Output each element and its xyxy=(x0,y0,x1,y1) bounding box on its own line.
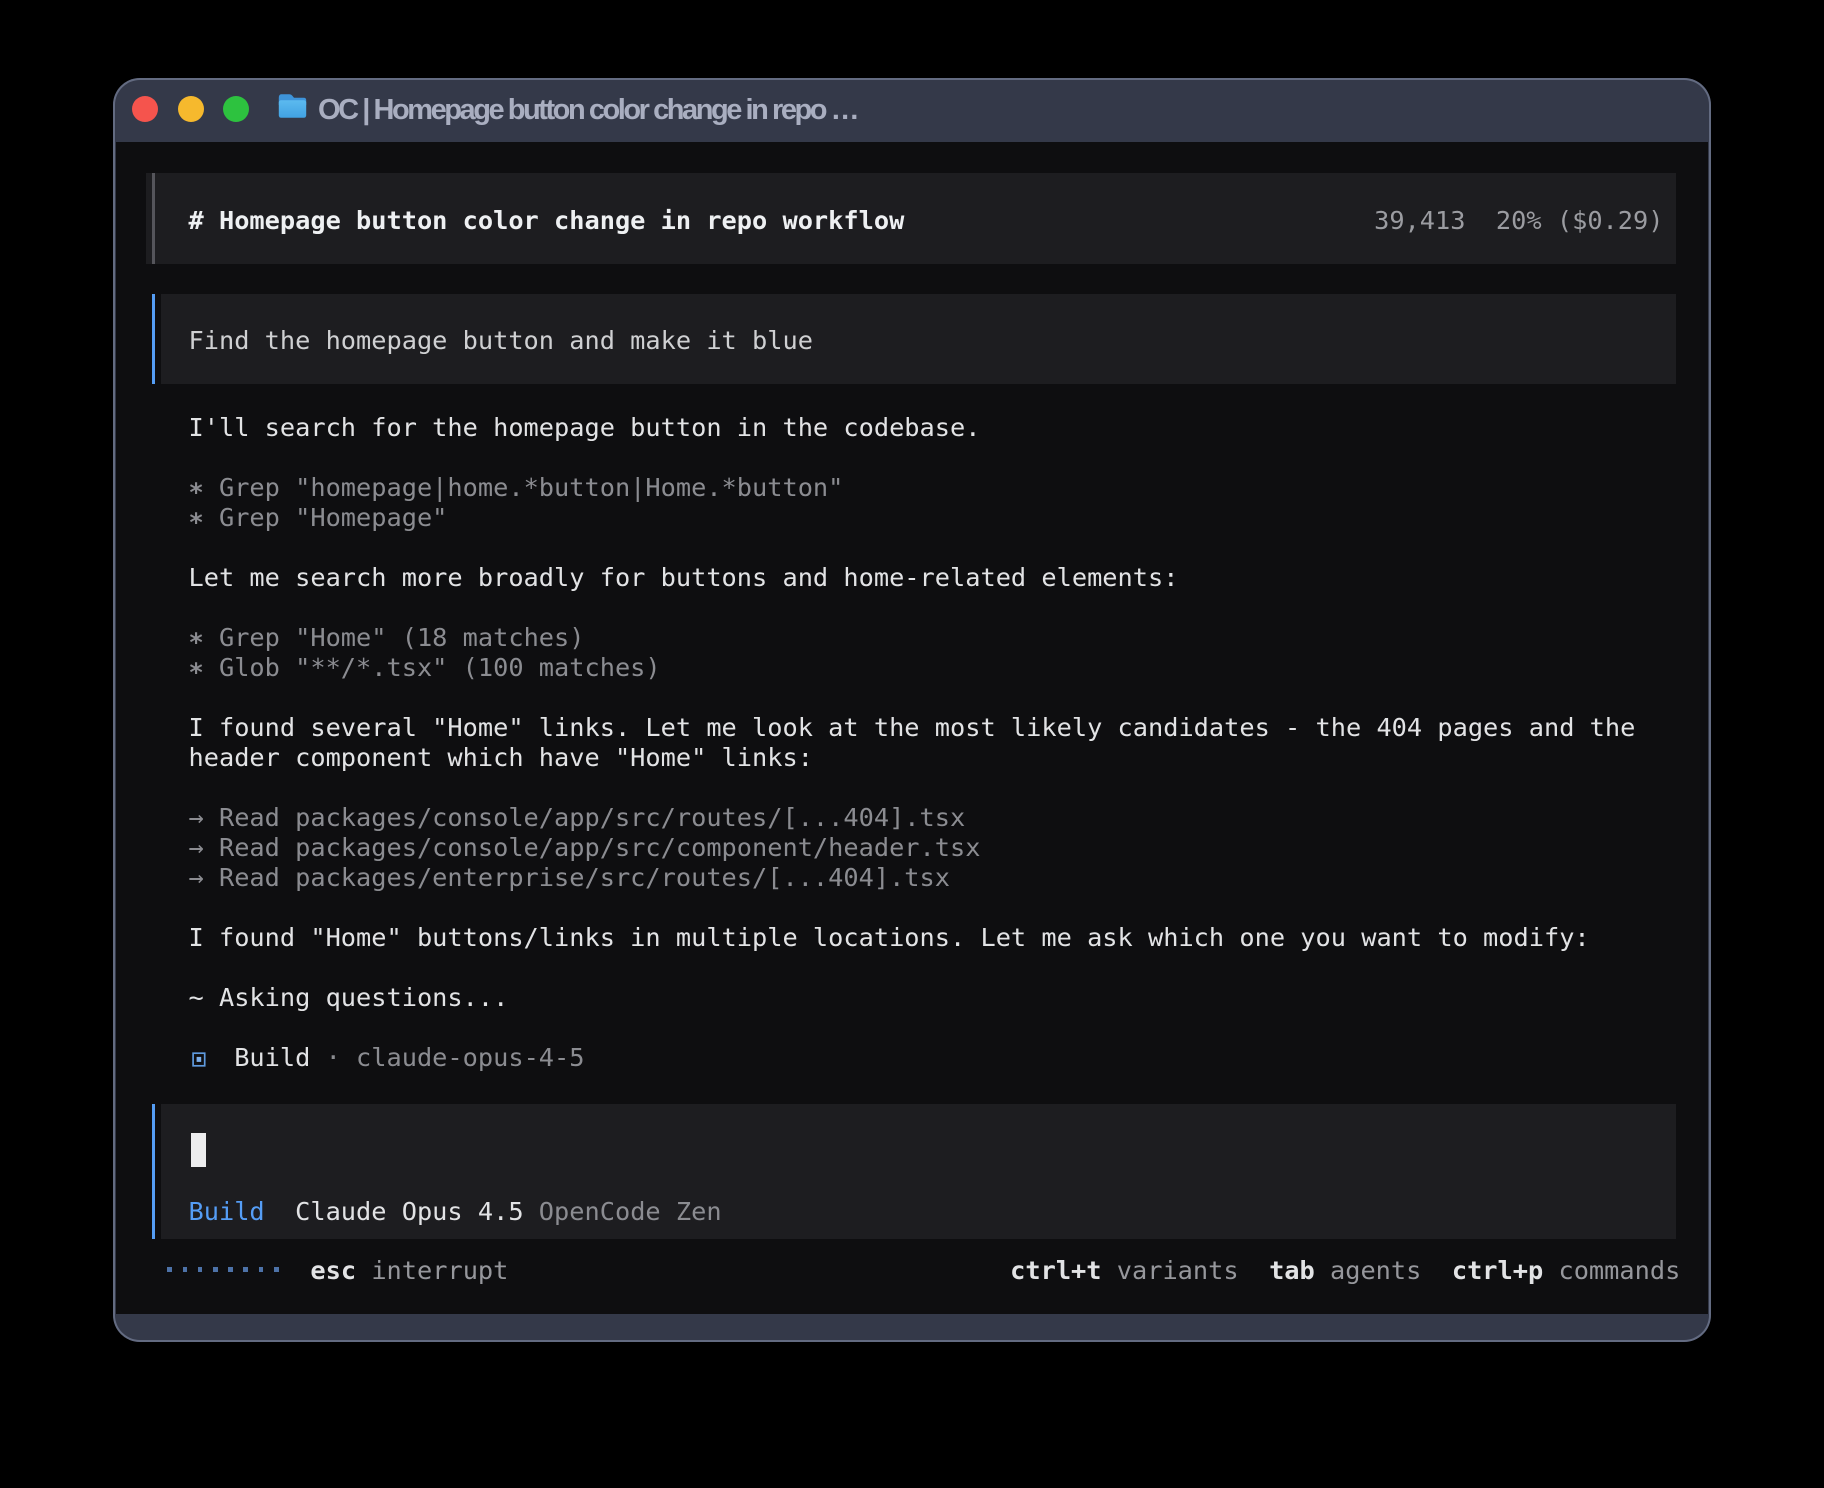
transcript-line: → Read packages/console/app/src/componen… xyxy=(189,833,981,863)
input-mode-line: Build Claude Opus 4.5 OpenCode Zen xyxy=(189,1197,722,1227)
statusbar-left: esc interrupt xyxy=(310,1256,508,1286)
transcript-line: ∗ Grep "homepage|home.*button|Home.*butt… xyxy=(189,473,844,503)
transcript-line: ∗ Glob "**/*.tsx" (100 matches) xyxy=(189,653,661,683)
close-button[interactable] xyxy=(132,96,158,122)
spinner-dot xyxy=(183,1267,188,1272)
user-accent-bar xyxy=(152,294,155,384)
hint-key-ctrl+p[interactable]: ctrl+p xyxy=(1421,1256,1543,1285)
hint-key-ctrl+t[interactable]: ctrl+t xyxy=(1010,1256,1101,1285)
spinner-dot xyxy=(198,1267,203,1272)
titlebar[interactable]: OC | Homepage button color change in rep… xyxy=(113,78,1711,142)
agent-checkbox-icon xyxy=(192,1052,206,1071)
esc-label: interrupt xyxy=(356,1256,508,1285)
window-title: OC | Homepage button color change in rep… xyxy=(318,90,857,130)
transcript-line: ∗ Grep "Home" (18 matches) xyxy=(189,623,585,653)
transcript-line: I found several "Home" links. Let me loo… xyxy=(189,713,1636,743)
terminal-window: OC | Homepage button color change in rep… xyxy=(113,78,1711,1342)
hint-label: agents xyxy=(1315,1256,1422,1285)
transcript-line: header component which have "Home" links… xyxy=(189,743,813,773)
transcript-line: I found "Home" buttons/links in multiple… xyxy=(189,923,1590,953)
session-title: # Homepage button color change in repo w… xyxy=(189,206,905,236)
transcript-line: ∗ Grep "Homepage" xyxy=(189,503,448,533)
spinner-dot xyxy=(167,1267,172,1272)
transcript-line: Let me search more broadly for buttons a… xyxy=(189,563,1179,593)
hint-key-tab[interactable]: tab xyxy=(1239,1256,1315,1285)
spinner-dot xyxy=(213,1267,218,1272)
tool-bullet-icon: ∗ xyxy=(189,623,204,652)
transcript-line: ~ Asking questions... xyxy=(189,983,509,1013)
user-message-text: Find the homepage button and make it blu… xyxy=(189,326,813,356)
input-model: Claude Opus 4.5 xyxy=(265,1197,524,1226)
transcript-line: → Read packages/console/app/src/routes/[… xyxy=(189,803,966,833)
minimize-button[interactable] xyxy=(178,96,204,122)
input-provider: OpenCode Zen xyxy=(524,1197,722,1226)
tool-bullet-icon: ∗ xyxy=(189,653,204,682)
desktop: OC | Homepage button color change in rep… xyxy=(0,0,1824,1488)
tool-bullet-icon: ∗ xyxy=(189,473,204,502)
folder-icon xyxy=(278,93,307,119)
hint-label: variants xyxy=(1102,1256,1239,1285)
session-stats: 39,413 20% ($0.29) xyxy=(1374,206,1663,236)
agent-name: Build xyxy=(234,1043,310,1072)
transcript-line: → Read packages/enterprise/src/routes/[.… xyxy=(189,863,951,893)
statusbar-right: ctrl+t variants tab agents ctrl+p comman… xyxy=(1010,1256,1680,1286)
zoom-button[interactable] xyxy=(223,96,249,122)
spinner-dot xyxy=(228,1267,233,1272)
hint-label: commands xyxy=(1543,1256,1680,1285)
agent-model: · claude-opus-4-5 xyxy=(310,1043,584,1072)
transcript-line: I'll search for the homepage button in t… xyxy=(189,413,981,443)
spinner-dot xyxy=(243,1267,248,1272)
text-cursor xyxy=(191,1133,207,1166)
agent-status-line: Build · claude-opus-4-5 xyxy=(234,1043,584,1073)
input-accent-bar xyxy=(152,1104,155,1239)
tool-bullet-icon: ∗ xyxy=(189,503,204,532)
header-accent-bar xyxy=(152,173,155,264)
spinner-dot xyxy=(274,1267,279,1272)
spinner-dot xyxy=(259,1267,264,1272)
input-mode[interactable]: Build xyxy=(189,1197,265,1226)
esc-key[interactable]: esc xyxy=(310,1256,356,1285)
